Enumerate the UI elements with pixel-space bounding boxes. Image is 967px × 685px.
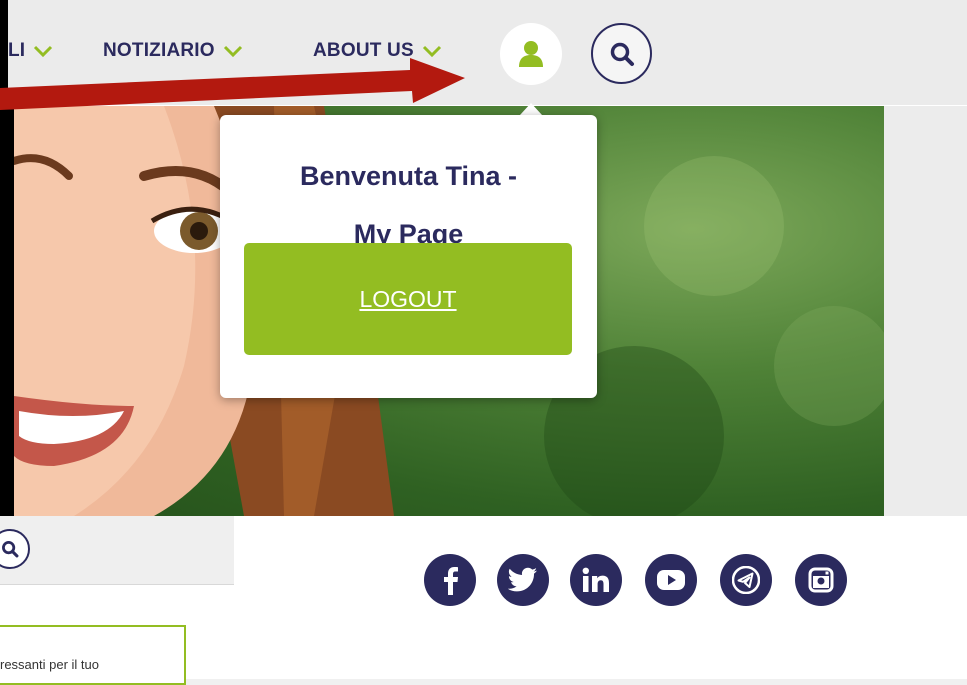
hero-side-panel (884, 106, 967, 516)
nav-item-label: LI (8, 40, 26, 61)
info-box: ressanti per il tuo (0, 625, 186, 685)
info-snippet: ressanti per il tuo (0, 657, 99, 672)
top-navbar: LI NOTIZIARIO ABOUT US (0, 0, 967, 106)
instagram-icon (808, 567, 834, 593)
telegram-icon (732, 566, 760, 594)
search-button[interactable] (0, 529, 30, 569)
youtube-link[interactable] (645, 554, 697, 606)
nav-item-label: ABOUT US (313, 40, 414, 61)
nav-item-about-us[interactable]: ABOUT US (313, 40, 442, 62)
nav-item-li[interactable]: LI (8, 40, 53, 62)
user-account-button[interactable] (500, 23, 562, 85)
screenshot-border (0, 0, 8, 102)
chevron-down-icon (223, 45, 242, 58)
youtube-icon (657, 570, 685, 590)
screenshot-border (0, 106, 14, 516)
search-icon (610, 42, 634, 66)
chevron-down-icon (422, 45, 441, 58)
linkedin-icon (582, 567, 609, 592)
nav-item-notiziario[interactable]: NOTIZIARIO (103, 40, 243, 62)
logout-link[interactable]: LOGOUT (359, 286, 456, 313)
popup-caret (520, 103, 542, 115)
facebook-link[interactable] (424, 554, 476, 606)
nav-item-label: NOTIZIARIO (103, 40, 215, 61)
secondary-search-bar[interactable] (0, 516, 234, 585)
user-icon (519, 41, 543, 67)
user-dropdown-popup: Benvenuta Tina - My Page LOGOUT (220, 115, 597, 398)
search-button[interactable] (591, 23, 652, 84)
facebook-icon (444, 567, 458, 595)
instagram-link[interactable] (795, 554, 847, 606)
telegram-link[interactable] (720, 554, 772, 606)
search-icon (2, 541, 19, 558)
twitter-link[interactable] (497, 554, 549, 606)
twitter-icon (508, 567, 537, 592)
logout-button[interactable]: LOGOUT (244, 243, 572, 355)
greeting-text: Benvenuta Tina - (299, 161, 518, 191)
linkedin-link[interactable] (570, 554, 622, 606)
chevron-down-icon (34, 45, 53, 58)
